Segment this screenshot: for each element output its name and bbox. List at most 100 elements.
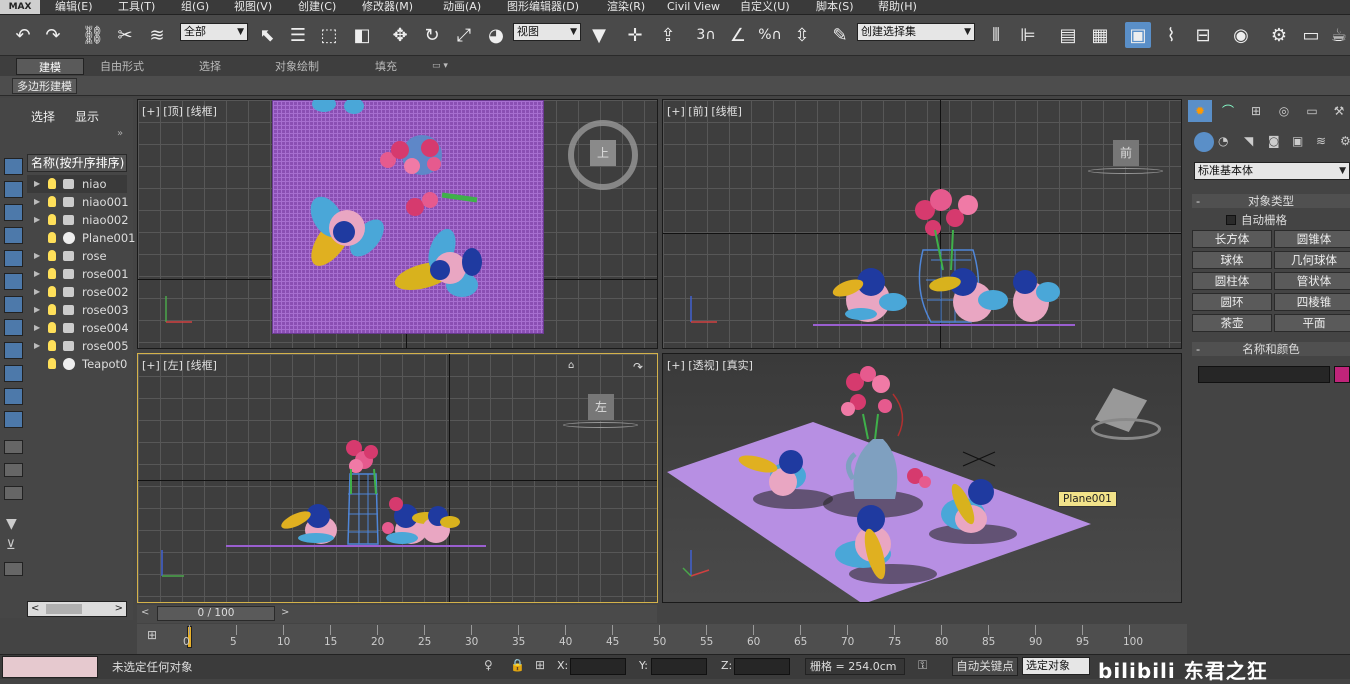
display-frozen-icon[interactable]: [4, 388, 23, 405]
scene-item[interactable]: ▶ rose005: [27, 337, 129, 355]
spacewarps-icon[interactable]: ≋: [1316, 134, 1326, 148]
autogrid-checkbox[interactable]: [1226, 215, 1236, 225]
viewcube-left[interactable]: 左: [588, 394, 614, 420]
visibility-bulb-icon[interactable]: [48, 250, 56, 261]
move-icon[interactable]: ✥: [387, 22, 413, 48]
schematic-view-icon[interactable]: ⊟: [1190, 22, 1216, 48]
cameras-icon[interactable]: ◙: [1268, 134, 1280, 148]
menu-create[interactable]: 创建(C): [298, 0, 336, 15]
menu-tools[interactable]: 工具(T): [118, 0, 155, 15]
scroll-thumb[interactable]: [46, 604, 82, 614]
display-groups-icon[interactable]: [4, 296, 23, 313]
autogrid-row[interactable]: 自动栅格: [1226, 212, 1287, 228]
menu-graph-editors[interactable]: 图形编辑器(D): [507, 0, 579, 15]
shapes-icon[interactable]: ◔: [1218, 134, 1228, 148]
redo-icon[interactable]: ↷: [40, 22, 66, 48]
expand-chevron-icon[interactable]: ▶: [34, 211, 40, 229]
object-name-field[interactable]: [1198, 366, 1330, 383]
time-slider-thumb[interactable]: 0 / 100: [157, 606, 275, 621]
visibility-bulb-icon[interactable]: [48, 232, 56, 243]
tab-select[interactable]: 选择: [31, 108, 55, 125]
expand-chevron-icon[interactable]: ▶: [34, 247, 40, 265]
display-tab-icon[interactable]: ▭: [1300, 100, 1324, 122]
x-coord-field[interactable]: [570, 658, 626, 675]
object-color-swatch[interactable]: [1334, 366, 1350, 383]
visibility-bulb-icon[interactable]: [48, 196, 56, 207]
keyboard-shortcut-icon[interactable]: ⇪: [655, 22, 681, 48]
name-column-header[interactable]: 名称(按升序排序): [27, 154, 127, 172]
scene-item[interactable]: ▶ rose: [27, 247, 127, 265]
expand-chevron-icon[interactable]: ▶: [34, 193, 40, 211]
tab-freeform[interactable]: 自由形式: [92, 58, 152, 75]
tab-display[interactable]: 显示: [75, 108, 99, 125]
teapot-button[interactable]: 茶壶: [1192, 314, 1272, 332]
render-setup-icon[interactable]: ⚙: [1266, 22, 1292, 48]
angle-snap-icon[interactable]: ∠: [725, 22, 751, 48]
menu-rendering[interactable]: 渲染(R): [607, 0, 645, 15]
tab-selection[interactable]: 选择: [191, 58, 229, 75]
display-none-icon[interactable]: [4, 463, 23, 477]
expand-chevron-icon[interactable]: ▶: [34, 175, 40, 193]
visibility-bulb-icon[interactable]: [48, 286, 56, 297]
rotate-icon[interactable]: ↻: [419, 22, 445, 48]
display-bones-icon[interactable]: [4, 342, 23, 359]
menu-views[interactable]: 视图(V): [234, 0, 272, 15]
geometry-icon[interactable]: [1194, 132, 1214, 152]
app-logo[interactable]: MAX: [0, 0, 40, 14]
expand-chevron-icon[interactable]: ▶: [34, 265, 40, 283]
scene-item[interactable]: Plane001: [27, 229, 136, 247]
visibility-bulb-icon[interactable]: [48, 304, 56, 315]
viewport-left-label[interactable]: [+] [左] [线框]: [142, 357, 217, 373]
tube-button[interactable]: 管状体: [1274, 272, 1350, 290]
cylinder-button[interactable]: 圆柱体: [1192, 272, 1272, 290]
visibility-bulb-icon[interactable]: [48, 268, 56, 279]
place-icon[interactable]: ◕: [483, 22, 509, 48]
edit-named-selection-icon[interactable]: ✎: [827, 22, 853, 48]
key-filter-dropdown[interactable]: 选定对象: [1022, 657, 1090, 675]
scene-explorer-hscroll[interactable]: < >: [27, 601, 127, 617]
percent-snap-icon[interactable]: % ∩: [757, 22, 783, 48]
menu-animation[interactable]: 动画(A): [443, 0, 481, 15]
undo-icon[interactable]: ↶: [10, 22, 36, 48]
viewcube-ring[interactable]: [563, 422, 638, 428]
render-frame-icon[interactable]: ▭: [1298, 22, 1324, 48]
curve-editor-icon[interactable]: ⌇: [1158, 22, 1184, 48]
viewcube-front[interactable]: 前: [1113, 140, 1139, 166]
expand-chevron-icon[interactable]: ▶: [34, 301, 40, 319]
viewcube-ring[interactable]: [1091, 418, 1161, 440]
menu-scripting[interactable]: 脚本(S): [816, 0, 854, 15]
scene-item[interactable]: ▶ niao001: [27, 193, 129, 211]
visibility-bulb-icon[interactable]: [48, 214, 56, 225]
key-icon[interactable]: ⚿: [918, 658, 927, 673]
create-tab-icon[interactable]: ✹: [1188, 100, 1212, 122]
viewcube-ring[interactable]: [1088, 168, 1163, 174]
display-helpers-icon[interactable]: [4, 250, 23, 267]
home-icon[interactable]: ⌂: [568, 360, 574, 371]
display-hidden-icon[interactable]: [4, 411, 23, 428]
display-cameras-icon[interactable]: [4, 227, 23, 244]
category-dropdown[interactable]: 标准基本体 ▼: [1194, 162, 1350, 180]
filter-find-icon[interactable]: ⊻: [6, 538, 16, 553]
ref-coord-dropdown[interactable]: 视图 ▼: [513, 23, 581, 41]
torus-button[interactable]: 圆环: [1192, 293, 1272, 311]
bind-spacewarp-icon[interactable]: ≋: [144, 22, 170, 48]
scene-item[interactable]: ▶ rose003: [27, 301, 129, 319]
expand-chevron-icon[interactable]: ▶: [34, 337, 40, 355]
snap-toggle-icon[interactable]: 3 ∩: [693, 22, 719, 48]
expand-chevron-icon[interactable]: ▶: [34, 319, 40, 337]
ribbon-options-icon[interactable]: ▭ ▾: [424, 58, 456, 75]
hierarchy-tab-icon[interactable]: ⊞: [1244, 100, 1268, 122]
select-manipulate-icon[interactable]: ✛: [622, 22, 648, 48]
viewport-persp-label[interactable]: [+] [透视] [真实]: [667, 357, 753, 373]
maxscript-listener[interactable]: [2, 656, 98, 678]
lights-icon[interactable]: ◥: [1244, 134, 1253, 148]
prev-frame-icon[interactable]: <: [141, 607, 149, 618]
ribbon-toggle-icon[interactable]: ▦: [1087, 22, 1113, 48]
lock-icon[interactable]: 🔒: [510, 658, 525, 672]
pivot-center-icon[interactable]: ▼: [586, 22, 612, 48]
viewport-front[interactable]: [+] [前] [线框] 前: [662, 99, 1182, 349]
visibility-bulb-icon[interactable]: [48, 322, 56, 333]
polygon-modeling-label[interactable]: 多边形建模: [12, 78, 77, 94]
window-crossing-icon[interactable]: ◧: [349, 22, 375, 48]
auto-key-button[interactable]: 自动关键点: [952, 657, 1018, 676]
